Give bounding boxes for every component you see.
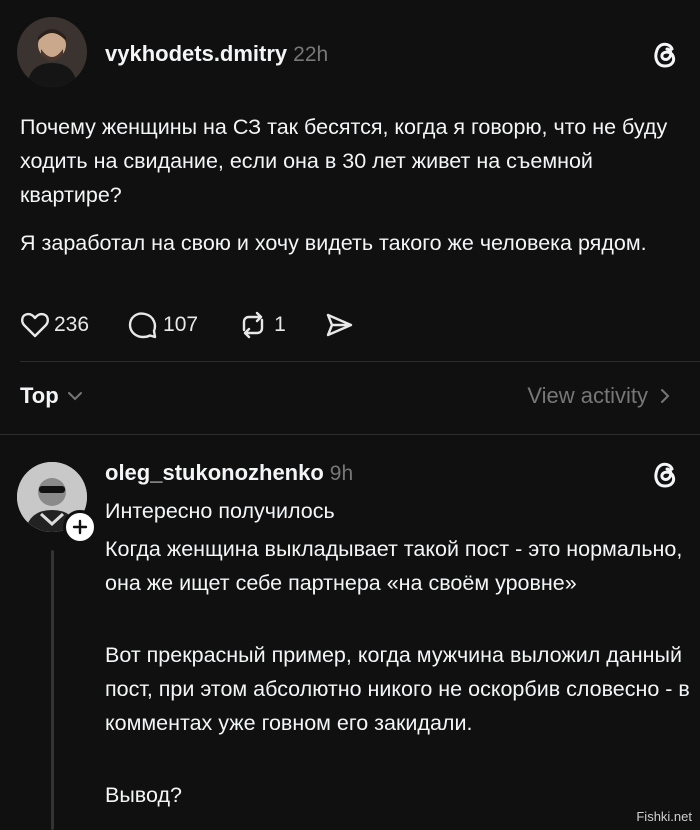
- author-avatar[interactable]: [17, 17, 87, 87]
- follow-plus-icon[interactable]: [63, 510, 97, 544]
- comment-icon: [128, 312, 157, 339]
- like-count: 236: [54, 313, 90, 336]
- thread-line: [51, 550, 54, 830]
- view-activity-label: View activity: [527, 383, 648, 408]
- reply-time: 9h: [329, 462, 354, 485]
- like-button[interactable]: 236: [20, 311, 89, 339]
- comment-count: 107: [163, 313, 199, 336]
- view-activity-link[interactable]: View activity: [527, 383, 670, 409]
- reply-line-2: Когда женщина выкладывает такой пост - э…: [105, 537, 683, 595]
- chevron-down-icon: [67, 392, 82, 401]
- post-paragraph-1: Почему женщины на СЗ так бесятся, когда …: [20, 115, 668, 207]
- divider: [0, 434, 700, 435]
- watermark: Fishki.net: [636, 809, 692, 824]
- repost-icon: [242, 311, 264, 339]
- heart-icon: [21, 312, 49, 338]
- reply-line-4: Вывод?: [105, 783, 182, 807]
- threads-icon: [648, 37, 682, 71]
- reply-username[interactable]: oleg_stukonozhenko 9h: [105, 460, 353, 486]
- post-paragraph-2: Я заработал на свою и хочу видеть такого…: [20, 231, 647, 255]
- reply-line-1: Интересно получилось: [105, 499, 335, 523]
- share-button[interactable]: [324, 311, 358, 339]
- sort-label: Top: [20, 383, 59, 408]
- chevron-right-icon: [661, 389, 670, 403]
- author-username[interactable]: vykhodets.dmitry 22h: [105, 41, 328, 67]
- reply-line-3: Вот прекрасный пример, когда мужчина выл…: [105, 643, 690, 735]
- sort-dropdown[interactable]: Top: [20, 383, 83, 409]
- divider: [20, 361, 700, 362]
- post-actions: 236 107 1: [20, 306, 396, 344]
- threads-icon: [648, 457, 682, 491]
- repost-button[interactable]: 1: [236, 310, 286, 340]
- share-icon: [326, 313, 352, 337]
- comment-button[interactable]: 107: [127, 310, 198, 340]
- post-time: 22h: [293, 43, 329, 66]
- repost-count: 1: [274, 313, 286, 336]
